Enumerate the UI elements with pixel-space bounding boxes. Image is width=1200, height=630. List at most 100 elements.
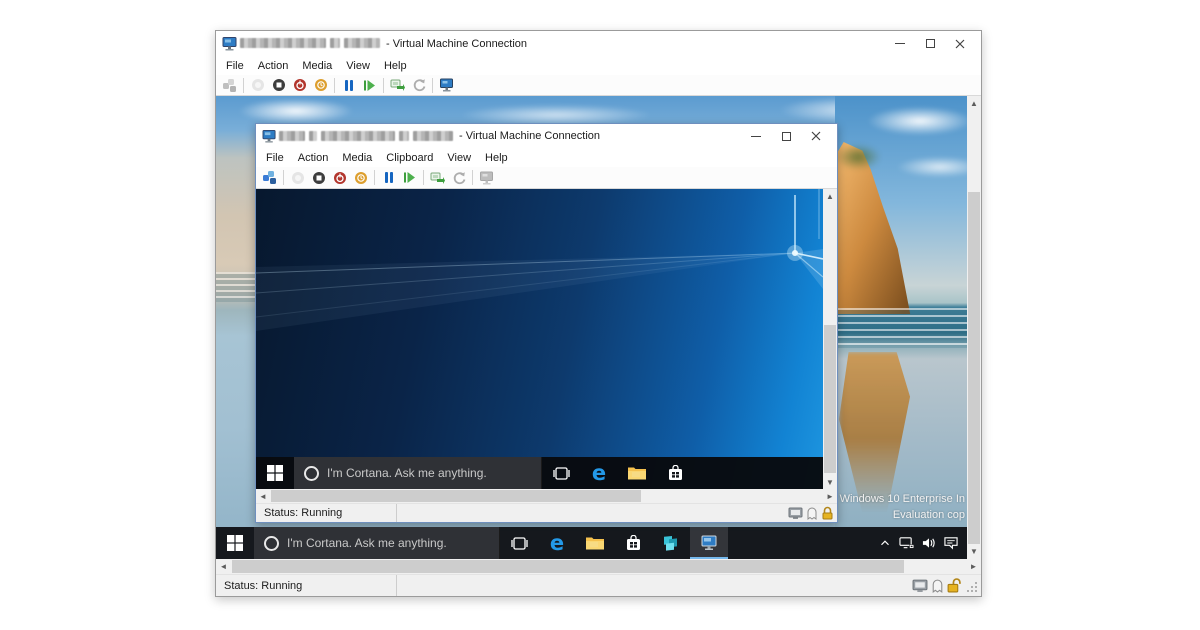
save-vm-button[interactable]: [310, 75, 331, 95]
menu-help[interactable]: Help: [377, 58, 414, 74]
cortana-search-box[interactable]: I'm Cortana. Ask me anything.: [294, 457, 542, 489]
menu-view[interactable]: View: [339, 58, 377, 74]
shut-down-icon: [333, 171, 347, 185]
pause-icon: [383, 171, 395, 184]
hyperv-manager-button[interactable]: [652, 527, 690, 559]
pause-button[interactable]: [378, 168, 399, 188]
edge-button[interactable]: e: [538, 527, 576, 559]
edge-button[interactable]: e: [580, 457, 618, 489]
menu-file[interactable]: File: [259, 150, 291, 166]
tray-chevron-icon[interactable]: [878, 536, 892, 550]
maximize-button[interactable]: [771, 124, 801, 148]
toolbar-separator: [383, 78, 384, 93]
scrollbar-thumb[interactable]: [824, 325, 836, 473]
scrollbar-thumb[interactable]: [271, 490, 641, 502]
inner-vm-viewport: I'm Cortana. Ask me anything. e: [256, 189, 837, 522]
unlock-icon: [947, 578, 961, 593]
start-vm-button[interactable]: [247, 75, 268, 95]
scroll-up-button[interactable]: ▲: [823, 189, 837, 203]
checkpoint-button[interactable]: [387, 75, 408, 95]
minimize-button[interactable]: [741, 124, 771, 148]
close-button[interactable]: [801, 124, 831, 148]
scrollbar-thumb[interactable]: [232, 560, 904, 573]
menu-media[interactable]: Media: [295, 58, 339, 74]
toolbar-separator: [472, 170, 473, 185]
resize-grip[interactable]: [966, 581, 978, 593]
scroll-left-button[interactable]: ◄: [216, 559, 231, 574]
scroll-right-button[interactable]: ►: [823, 489, 837, 503]
start-button[interactable]: [256, 457, 294, 489]
vmconnect-taskbar-button[interactable]: [690, 527, 728, 559]
hero-wallpaper-beams: [256, 189, 823, 457]
checkpoint-button[interactable]: [427, 168, 448, 188]
inner-horizontal-scrollbar[interactable]: ◄ ►: [256, 489, 837, 503]
revert-icon: [452, 171, 466, 185]
toolbar-separator: [283, 170, 284, 185]
ctrl-alt-del-button[interactable]: [219, 75, 240, 95]
save-vm-button[interactable]: [350, 168, 371, 188]
window-title: - Virtual Machine Connection: [386, 38, 527, 50]
file-explorer-icon: [628, 466, 646, 480]
screenshot-canvas: - Virtual Machine Connection File Action…: [0, 0, 1200, 630]
enhanced-session-button[interactable]: [476, 168, 497, 188]
revert-button[interactable]: [408, 75, 429, 95]
menu-view[interactable]: View: [440, 150, 478, 166]
inner-vm-desktop: I'm Cortana. Ask me anything. e: [256, 189, 823, 489]
menu-action[interactable]: Action: [291, 150, 336, 166]
minimize-icon: [895, 43, 905, 44]
scroll-down-button[interactable]: ▼: [823, 475, 837, 489]
resume-button[interactable]: [359, 75, 380, 95]
scroll-down-button[interactable]: ▼: [967, 544, 981, 559]
minimize-button[interactable]: [885, 31, 915, 56]
turn-off-button[interactable]: [268, 75, 289, 95]
file-explorer-button[interactable]: [576, 527, 614, 559]
revert-icon: [412, 78, 426, 92]
inner-titlebar[interactable]: - Virtual Machine Connection: [256, 124, 837, 148]
resume-button[interactable]: [399, 168, 420, 188]
pause-button[interactable]: [338, 75, 359, 95]
menu-action[interactable]: Action: [251, 58, 296, 74]
scroll-left-button[interactable]: ◄: [256, 489, 270, 503]
close-button[interactable]: [945, 31, 975, 56]
shut-down-button[interactable]: [289, 75, 310, 95]
turn-off-button[interactable]: [308, 168, 329, 188]
start-vm-button[interactable]: [287, 168, 308, 188]
action-center-icon[interactable]: [943, 536, 959, 550]
outer-titlebar[interactable]: - Virtual Machine Connection: [216, 31, 981, 56]
ctrl-alt-del-button[interactable]: [259, 168, 280, 188]
cortana-icon: [264, 536, 279, 551]
file-explorer-button[interactable]: [618, 457, 656, 489]
task-view-button[interactable]: [500, 527, 538, 559]
session-icon: [806, 506, 818, 520]
shut-down-button[interactable]: [329, 168, 350, 188]
task-view-button[interactable]: [542, 457, 580, 489]
evaluation-watermark: Windows 10 Enterprise In Evaluation cop: [840, 491, 965, 523]
inner-vertical-scrollbar[interactable]: ▲ ▼: [823, 189, 837, 489]
scrollbar-thumb[interactable]: [968, 192, 980, 544]
hyperv-manager-icon: [662, 535, 680, 552]
toolbar-separator: [374, 170, 375, 185]
network-icon[interactable]: [898, 536, 915, 550]
outer-horizontal-scrollbar[interactable]: ◄ ►: [216, 559, 981, 574]
scroll-right-button[interactable]: ►: [966, 559, 981, 574]
menu-file[interactable]: File: [219, 58, 251, 74]
volume-icon[interactable]: [921, 536, 937, 550]
store-button[interactable]: [656, 457, 694, 489]
outer-vertical-scrollbar[interactable]: ▲ ▼: [967, 96, 981, 559]
toolbar-separator: [423, 170, 424, 185]
scroll-up-button[interactable]: ▲: [967, 96, 981, 111]
start-button[interactable]: [216, 527, 254, 559]
menu-help[interactable]: Help: [478, 150, 515, 166]
save-icon: [314, 78, 328, 92]
cortana-placeholder: I'm Cortana. Ask me anything.: [287, 536, 447, 550]
menu-clipboard[interactable]: Clipboard: [379, 150, 440, 166]
maximize-button[interactable]: [915, 31, 945, 56]
enhanced-session-button[interactable]: [436, 75, 457, 95]
menu-media[interactable]: Media: [335, 150, 379, 166]
turn-off-icon: [312, 171, 326, 185]
cortana-search-box[interactable]: I'm Cortana. Ask me anything.: [254, 527, 500, 559]
revert-button[interactable]: [448, 168, 469, 188]
resume-icon: [363, 79, 376, 92]
inner-vmconnect-window: - Virtual Machine Connection File Action: [255, 123, 838, 523]
store-button[interactable]: [614, 527, 652, 559]
